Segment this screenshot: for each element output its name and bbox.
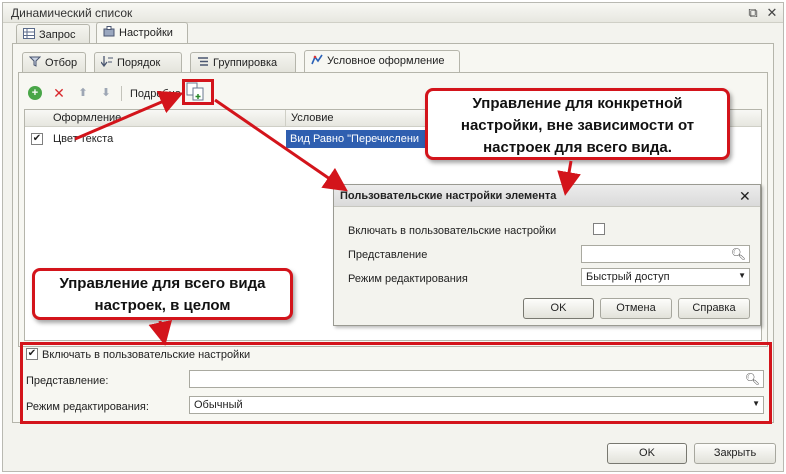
arrow-to-settings-button: [74, 91, 184, 141]
annotation-arrows: [74, 91, 581, 346]
arrow-callout-to-popup: [557, 160, 581, 196]
arrow-callout-to-bottom: [148, 319, 173, 346]
arrow-to-popup: [214, 98, 348, 192]
